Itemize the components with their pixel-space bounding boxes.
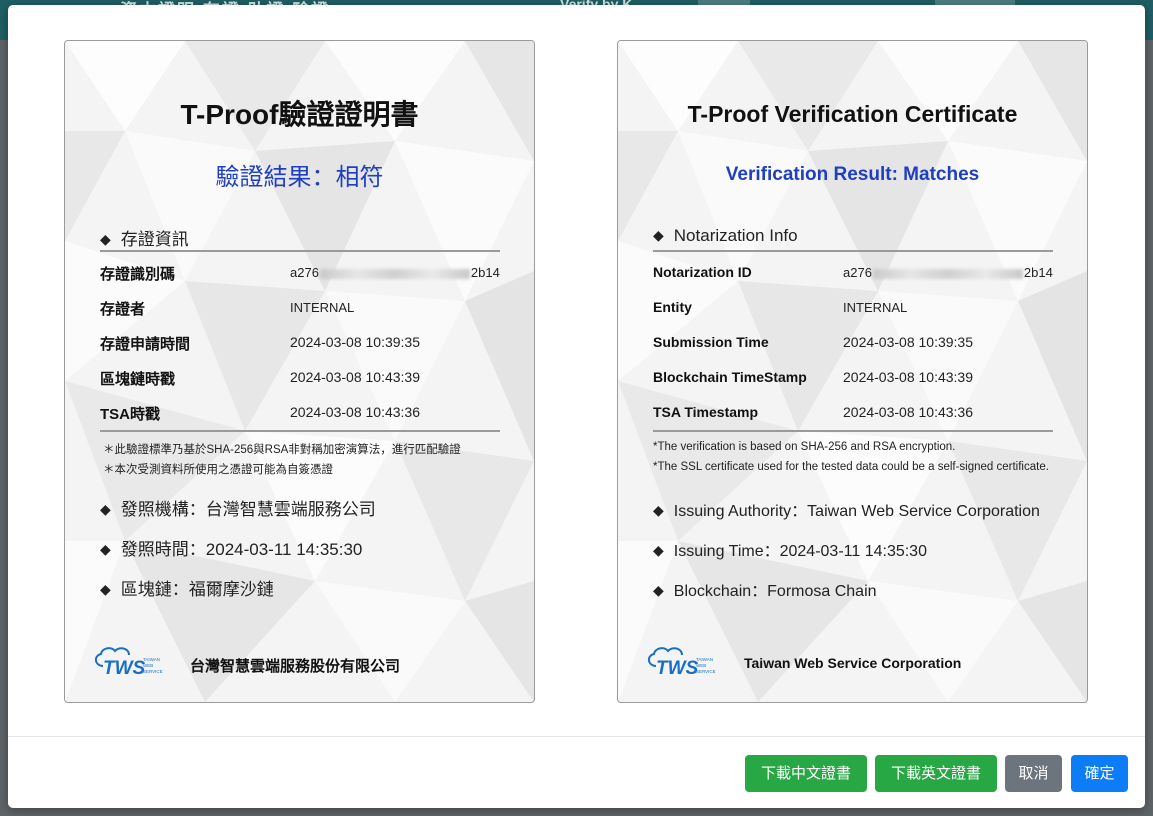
id-suffix: 2b14 <box>1023 265 1053 280</box>
verification-result: 驗證結果：相符 <box>215 164 384 191</box>
svg-text:WEB: WEB <box>696 663 706 668</box>
diamond-bullet-icon: ◆ <box>100 581 111 597</box>
issuer-line: ◆ 發照機構：台灣智慧雲端服務公司 <box>100 495 376 520</box>
diamond-bullet-icon: ◆ <box>653 542 664 558</box>
row-label-blockchain-time: 區塊鏈時戳 <box>100 371 176 388</box>
issuer-text: Issuing Authority：Taiwan Web Service Cor… <box>673 503 1040 520</box>
redacted-block <box>872 268 1023 279</box>
svg-text:TAIWAN: TAIWAN <box>696 657 713 662</box>
download-english-certificate-button[interactable]: 下載英文證書 <box>875 755 997 792</box>
section-heading-text: 存證資訊 <box>120 230 189 249</box>
row-value-entity: INTERNAL <box>843 300 908 315</box>
issuer-text: 發照機構：台灣智慧雲端服務公司 <box>120 500 376 519</box>
row-label-submission: 存證申請時間 <box>100 336 191 353</box>
divider <box>100 250 500 252</box>
svg-text:TWS: TWS <box>656 658 699 678</box>
diamond-bullet-icon: ◆ <box>100 231 111 247</box>
row-label-entity: Entity <box>653 299 692 315</box>
certificate-modal: T-Proof驗證證明書 驗證結果：相符 ◆ 存證資訊 存證識別碼 a276 2b1… <box>8 5 1145 808</box>
issue-time-line: ◆ 發照時間：2024-03-11 14:35:30 <box>100 535 362 560</box>
verification-result: Verification Result: Matches <box>725 164 980 185</box>
company-name: 台灣智慧雲端服務股份有限公司 <box>190 658 401 675</box>
svg-text:SERVICE: SERVICE <box>143 669 163 674</box>
svg-text:SERVICE: SERVICE <box>696 669 716 674</box>
id-prefix: a276 <box>290 265 319 280</box>
redacted-block <box>319 268 470 279</box>
issue-time-text: 發照時間：2024-03-11 14:35:30 <box>120 540 363 559</box>
chinese-certificate: T-Proof驗證證明書 驗證結果：相符 ◆ 存證資訊 存證識別碼 a276 2b1… <box>64 40 535 703</box>
diamond-bullet-icon: ◆ <box>100 501 111 517</box>
row-label-blockchain-time: Blockchain TimeStamp <box>653 369 807 385</box>
row-value-submission: 2024-03-08 10:39:35 <box>290 334 420 350</box>
section-heading: ◆ Notarization Info <box>653 226 798 246</box>
company-name: Taiwan Web Service Corporation <box>744 655 962 671</box>
blockchain-text: Blockchain：Formosa Chain <box>673 583 877 600</box>
diamond-bullet-icon: ◆ <box>653 502 664 518</box>
footnote: *The verification is based on SHA-256 an… <box>653 441 956 453</box>
id-suffix: 2b14 <box>470 265 500 280</box>
download-chinese-certificate-button[interactable]: 下載中文證書 <box>745 755 867 792</box>
row-value-id: a276 2b14 <box>843 265 1053 280</box>
issuer-line: ◆ Issuing Authority：Taiwan Web Service Co… <box>653 497 1040 521</box>
divider <box>100 430 500 432</box>
blockchain-line: ◆ Blockchain：Formosa Chain <box>653 577 877 601</box>
svg-text:TWS: TWS <box>103 658 146 678</box>
diamond-bullet-icon: ◆ <box>653 227 664 243</box>
row-label-entity: 存證者 <box>100 301 146 318</box>
row-value-submission: 2024-03-08 10:39:35 <box>843 334 973 350</box>
row-label-tsa: TSA Timestamp <box>653 404 759 420</box>
row-value-tsa: 2024-03-08 10:43:36 <box>843 404 973 420</box>
certificate-title: T-Proof Verification Certificate <box>687 101 1018 127</box>
row-label-id: Notarization ID <box>653 264 752 280</box>
cancel-button[interactable]: 取消 <box>1005 755 1062 792</box>
row-value-id: a276 2b14 <box>290 265 500 280</box>
divider <box>653 250 1053 252</box>
diamond-bullet-icon: ◆ <box>653 582 664 598</box>
svg-text:WEB: WEB <box>143 663 153 668</box>
id-prefix: a276 <box>843 265 872 280</box>
row-label-tsa: TSA時戳 <box>100 406 161 423</box>
section-heading-text: Notarization Info <box>673 226 798 245</box>
diamond-bullet-icon: ◆ <box>100 541 111 557</box>
english-certificate: T-Proof Verification Certificate Verific… <box>617 40 1088 703</box>
confirm-button[interactable]: 確定 <box>1071 755 1128 792</box>
svg-text:TAIWAN: TAIWAN <box>143 657 160 662</box>
modal-footer: 下載中文證書 下載英文證書 取消 確定 <box>8 736 1145 809</box>
row-value-tsa: 2024-03-08 10:43:36 <box>290 404 420 420</box>
divider <box>653 430 1053 432</box>
tws-logo: TWS TAIWAN WEB SERVICE <box>648 647 716 678</box>
tws-logo: TWS TAIWAN WEB SERVICE <box>95 647 163 678</box>
section-heading: ◆ 存證資訊 <box>100 225 189 250</box>
issue-time-text: Issuing Time：2024-03-11 14:35:30 <box>673 543 927 560</box>
row-value-entity: INTERNAL <box>290 300 355 315</box>
footnote: ＊本次受測資料所使用之憑證可能為自簽憑證 <box>103 464 333 476</box>
footnote: ＊此驗證標準乃基於SHA-256與RSA非對稱加密演算法，進行匹配驗證 <box>103 444 461 456</box>
row-value-blockchain-time: 2024-03-08 10:43:39 <box>843 369 973 385</box>
row-label-id: 存證識別碼 <box>100 266 176 283</box>
blockchain-text: 區塊鏈：福爾摩沙鏈 <box>120 580 274 599</box>
certificate-title: T-Proof驗證證明書 <box>180 99 419 130</box>
row-label-submission: Submission Time <box>653 334 769 350</box>
footnote: *The SSL certificate used for the tested… <box>653 461 1049 473</box>
row-value-blockchain-time: 2024-03-08 10:43:39 <box>290 369 420 385</box>
blockchain-line: ◆ 區塊鏈：福爾摩沙鏈 <box>100 575 274 600</box>
issue-time-line: ◆ Issuing Time：2024-03-11 14:35:30 <box>653 537 927 561</box>
